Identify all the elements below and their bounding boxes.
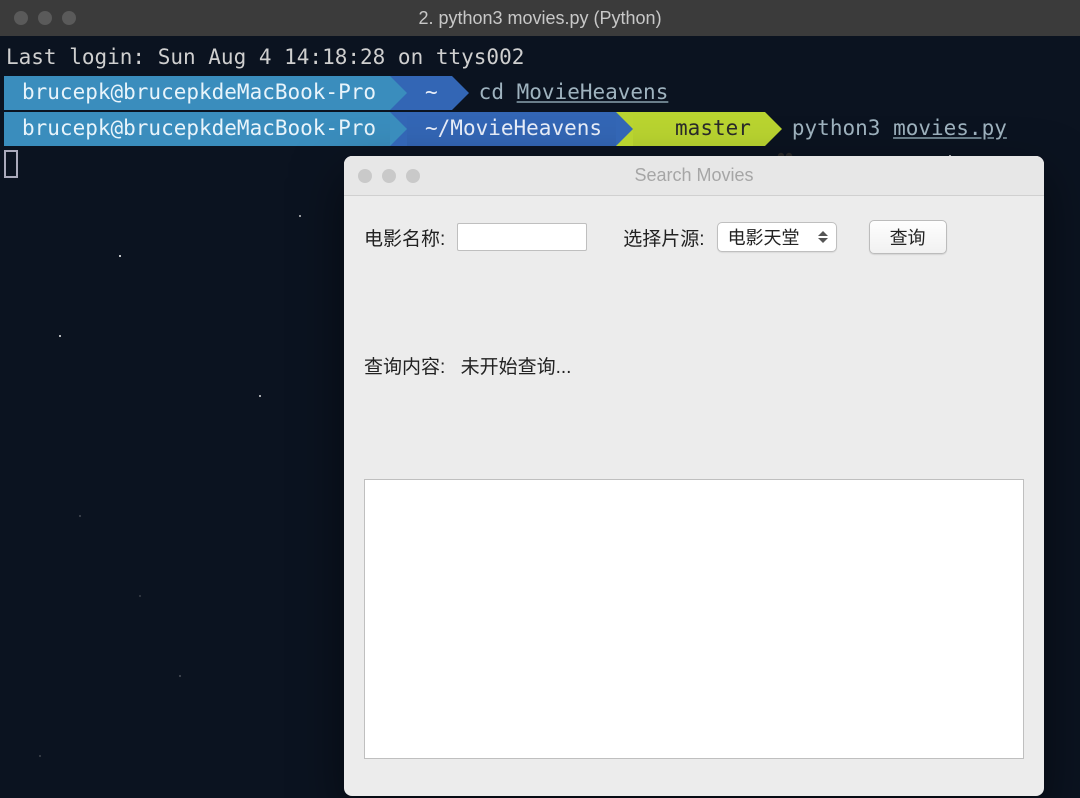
- prompt-host: brucepk@brucepkdeMacBook-Pro: [4, 76, 390, 110]
- command-text: python3 movies.py: [782, 113, 1007, 145]
- branch-name: master: [675, 113, 751, 145]
- git-branch-icon: [651, 119, 667, 139]
- maximize-icon[interactable]: [406, 169, 420, 183]
- cmd-bin: python3: [792, 116, 881, 140]
- prompt-host: brucepk@brucepkdeMacBook-Pro: [4, 112, 390, 146]
- chevron-right-icon: [452, 76, 469, 110]
- app-traffic-lights: [358, 169, 420, 183]
- cmd-arg: movies.py: [893, 116, 1007, 140]
- status-value: 未开始查询...: [461, 357, 572, 378]
- chevron-right-icon: [390, 112, 407, 146]
- app-title: Search Movies: [344, 165, 1044, 186]
- last-login-line: Last login: Sun Aug 4 14:18:28 on ttys00…: [4, 42, 1076, 74]
- prompt-line-1: brucepk@brucepkdeMacBook-Pro ~ cd MovieH…: [4, 76, 1076, 110]
- cmd-bin: cd: [479, 80, 504, 104]
- terminal-traffic-lights: [14, 11, 76, 25]
- chevron-right-icon: [765, 112, 782, 146]
- close-icon[interactable]: [14, 11, 28, 25]
- chevron-right-icon: [616, 112, 633, 146]
- results-textarea[interactable]: [364, 479, 1024, 759]
- source-label: 选择片源:: [623, 224, 704, 251]
- close-icon[interactable]: [358, 169, 372, 183]
- search-button[interactable]: 查询: [869, 220, 947, 254]
- movie-name-label: 电影名称:: [364, 224, 445, 251]
- terminal-titlebar: 2. python3 movies.py (Python): [0, 0, 1080, 36]
- prompt-path: ~/MovieHeavens: [407, 112, 616, 146]
- status-label: 查询内容:: [364, 357, 445, 378]
- app-titlebar[interactable]: Search Movies: [344, 156, 1044, 196]
- chevron-right-icon: [390, 76, 407, 110]
- source-select[interactable]: 电影天堂: [717, 222, 837, 252]
- prompt-line-2: brucepk@brucepkdeMacBook-Pro ~/MovieHeav…: [4, 112, 1076, 146]
- minimize-icon[interactable]: [38, 11, 52, 25]
- query-status-row: 查询内容: 未开始查询...: [344, 262, 1044, 399]
- terminal-title: 2. python3 movies.py (Python): [0, 8, 1080, 29]
- prompt-path: ~: [407, 76, 452, 110]
- prompt-git-branch: master: [633, 112, 765, 146]
- cmd-arg: MovieHeavens: [517, 80, 669, 104]
- search-form-row: 电影名称: 选择片源: 电影天堂 查询: [344, 196, 1044, 262]
- movie-name-input[interactable]: [457, 223, 587, 251]
- minimize-icon[interactable]: [382, 169, 396, 183]
- chevron-up-down-icon: [818, 228, 830, 246]
- terminal-cursor: [4, 150, 18, 178]
- search-movies-window: Search Movies 电影名称: 选择片源: 电影天堂 查询 查询内容: …: [344, 156, 1044, 796]
- maximize-icon[interactable]: [62, 11, 76, 25]
- command-text: cd MovieHeavens: [469, 77, 669, 109]
- source-selected-value: 电影天堂: [728, 224, 812, 250]
